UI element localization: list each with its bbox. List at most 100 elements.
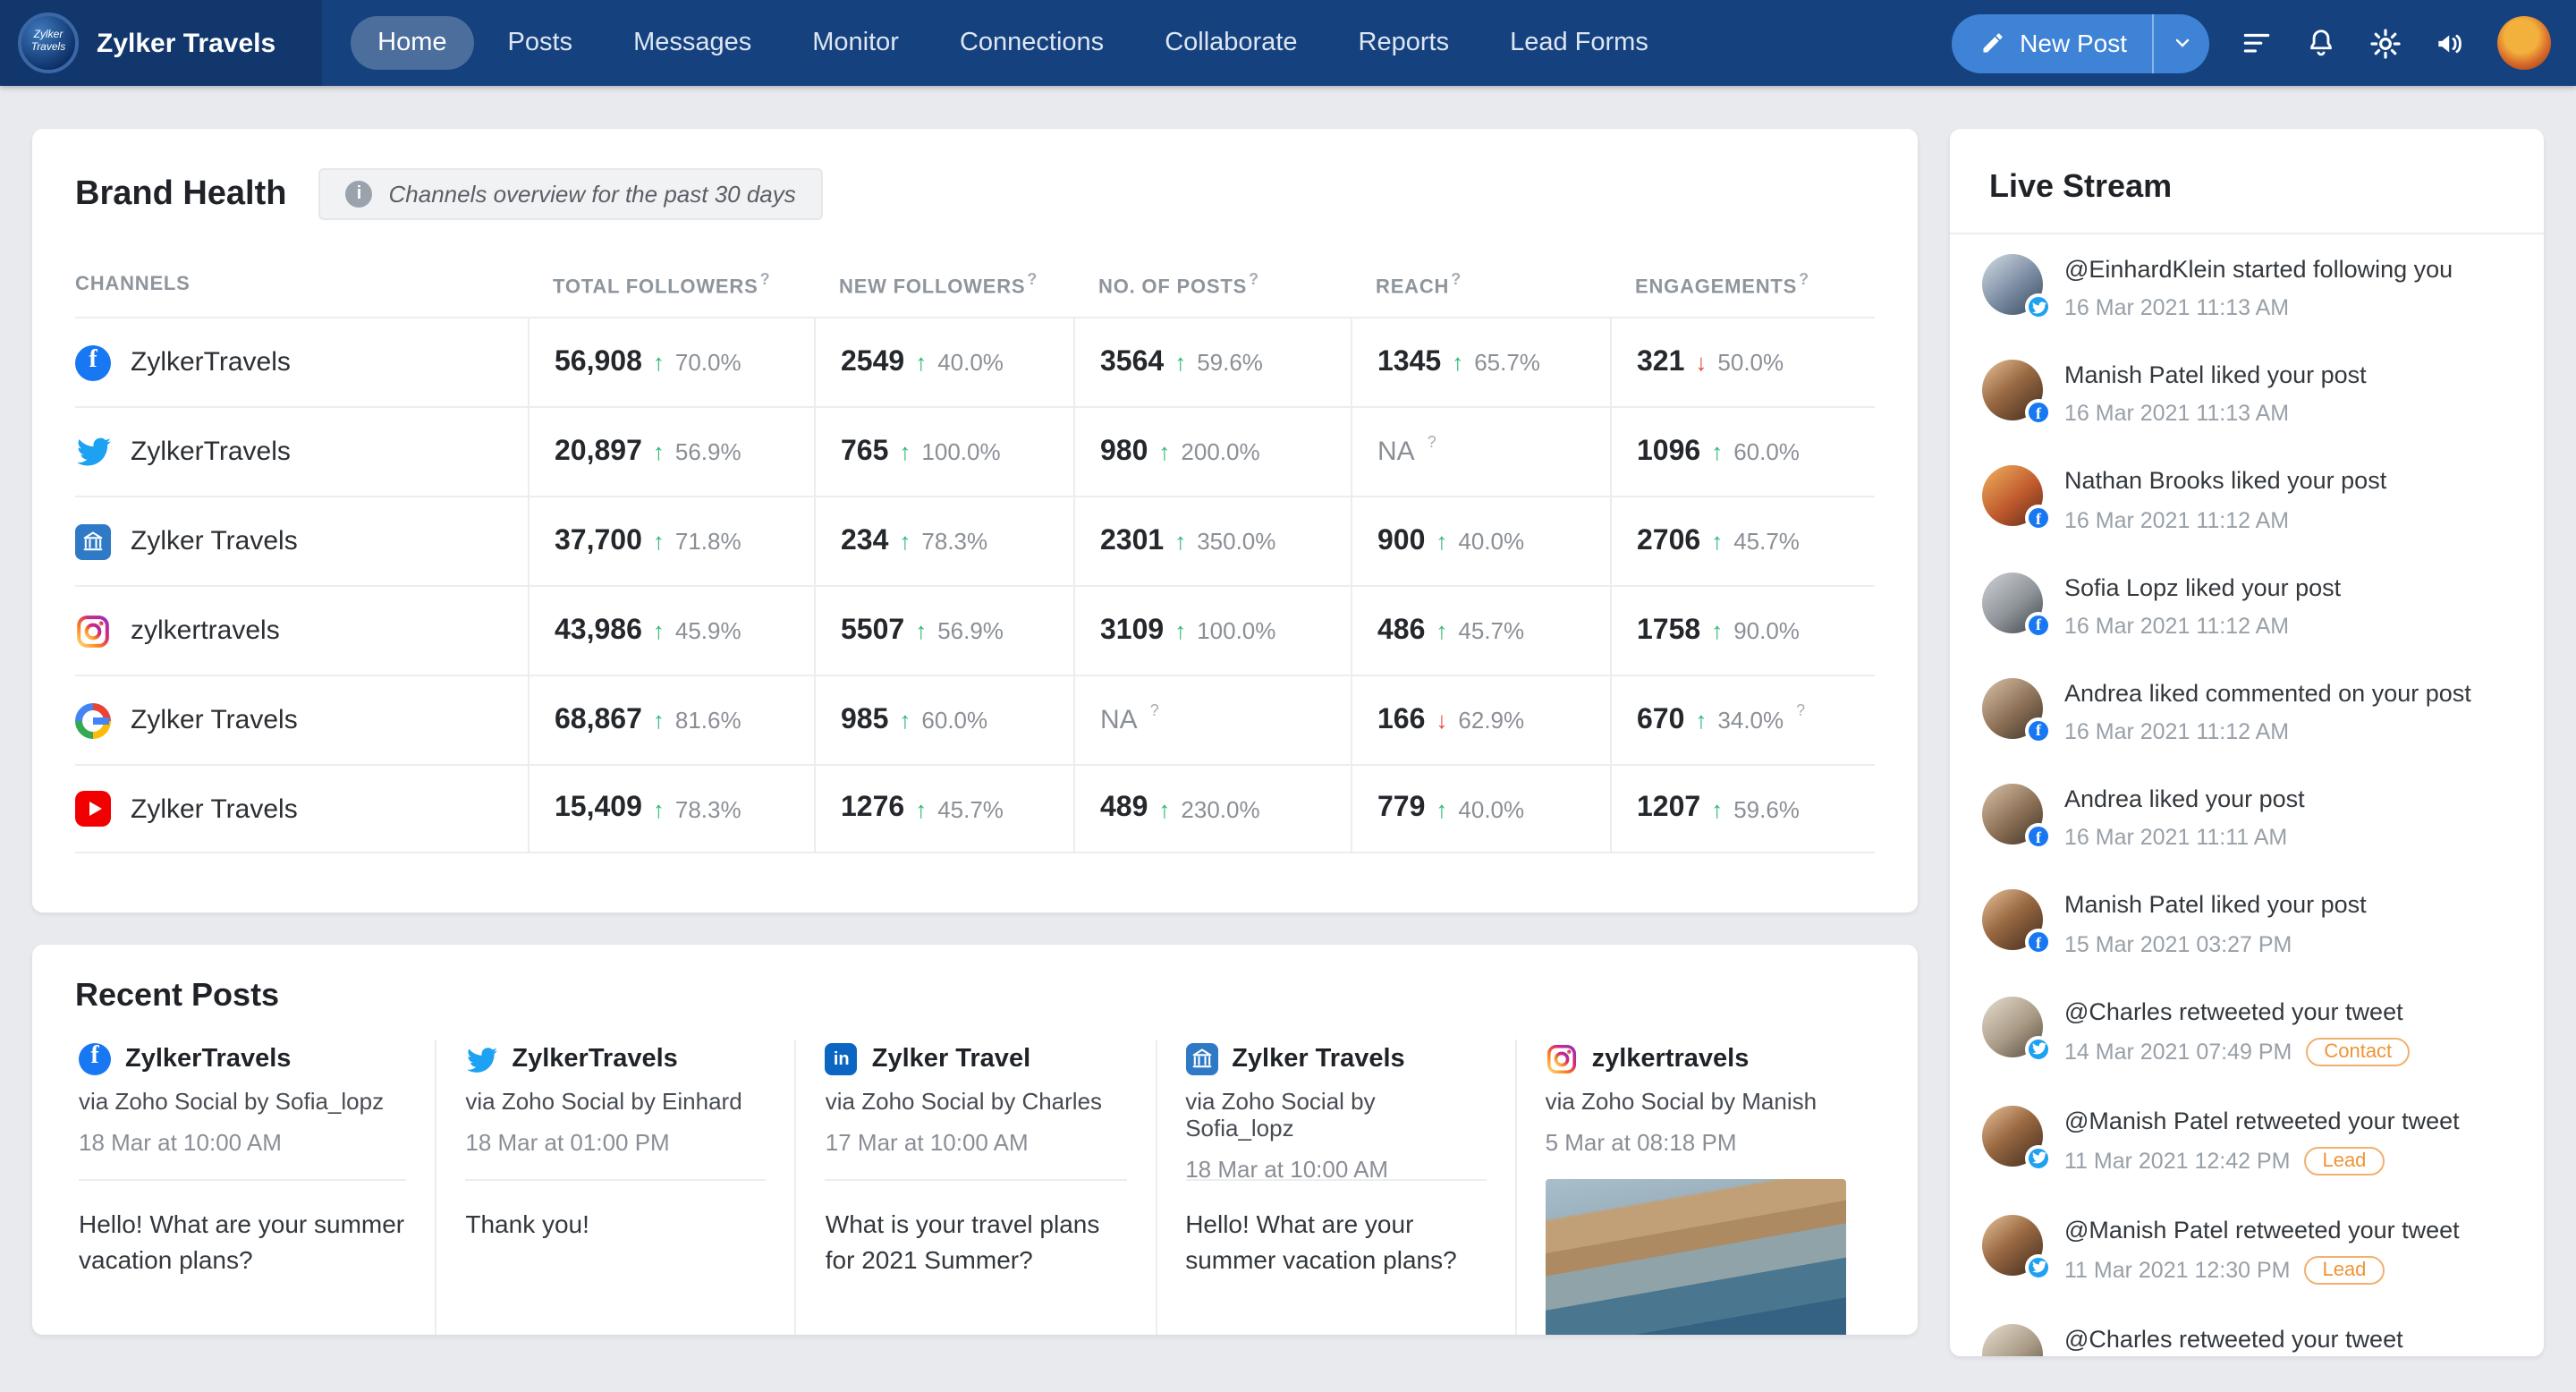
- twitter-badge-icon: [2025, 293, 2052, 320]
- up-arrow-icon: ↑: [899, 438, 911, 465]
- nav-item-lead-forms[interactable]: Lead Forms: [1483, 16, 1675, 70]
- help-icon[interactable]: ?: [1796, 701, 1805, 719]
- metric-percent: 200.0%: [1181, 438, 1259, 465]
- stream-time-row: 11 Mar 2021 12:42 PM Lead: [2064, 1147, 2460, 1176]
- streams-icon[interactable]: [2240, 26, 2274, 60]
- new-post-label: New Post: [2020, 29, 2127, 57]
- metric-value: 1096: [1637, 436, 1700, 468]
- stream-item[interactable]: f Andrea liked your post 16 Mar 2021 11:…: [1950, 764, 2544, 870]
- metric-value: 20,897: [555, 436, 642, 468]
- stream-body: Manish Patel liked your post 16 Mar 2021…: [2064, 360, 2367, 426]
- table-row: zylkertravels43,986↑45.9%5507↑56.9%3109↑…: [75, 585, 1875, 675]
- new-post-dropdown[interactable]: [2152, 13, 2209, 72]
- help-icon[interactable]: ?: [1428, 433, 1436, 451]
- avatar: [1982, 996, 2043, 1057]
- avatar: f: [1982, 466, 2043, 527]
- up-arrow-icon: ↑: [915, 349, 927, 376]
- post-via: via Zoho Social by Einhard: [465, 1088, 766, 1115]
- facebook-icon: f: [75, 344, 111, 380]
- post-header: fZylkerTravels via Zoho Social by Sofia_…: [79, 1043, 406, 1179]
- help-icon[interactable]: ?: [760, 270, 771, 288]
- stream-item[interactable]: f Sofia Lopz liked your post 16 Mar 2021…: [1950, 552, 2544, 658]
- nav-item-collaborate[interactable]: Collaborate: [1138, 16, 1324, 70]
- metric-percent: 60.0%: [1733, 438, 1800, 465]
- table-row: fZylkerTravels56,908↑70.0%2549↑40.0%3564…: [75, 317, 1875, 406]
- post-text: Hello! What are your summer vacation pla…: [79, 1206, 406, 1278]
- stream-time-row: 16 Mar 2021 11:11 AM: [2064, 826, 2305, 851]
- twitter-icon: [465, 1043, 497, 1075]
- up-arrow-icon: ↑: [915, 795, 927, 822]
- metric-value: 1758: [1637, 615, 1700, 647]
- stream-item[interactable]: f Nathan Brooks liked your post 16 Mar 2…: [1950, 446, 2544, 552]
- metric-value: 985: [841, 704, 888, 736]
- stream-item[interactable]: @Charles retweeted your tweet 14 Mar 202…: [1950, 976, 2544, 1085]
- avatar: f: [1982, 784, 2043, 845]
- down-arrow-icon: ↓: [1436, 707, 1447, 734]
- stream-item[interactable]: f Manish Patel liked your post 16 Mar 20…: [1950, 340, 2544, 446]
- help-icon[interactable]: ?: [1451, 270, 1462, 288]
- stream-item[interactable]: f Manish Patel liked your post 15 Mar 20…: [1950, 870, 2544, 976]
- new-post-button[interactable]: New Post: [1952, 13, 2209, 72]
- help-icon[interactable]: ?: [1799, 270, 1809, 288]
- metric-value: 43,986: [555, 615, 642, 647]
- channel-cell-youtube[interactable]: Zylker Travels: [75, 791, 528, 827]
- settings-gear-icon[interactable]: [2368, 26, 2402, 60]
- divider: [826, 1179, 1126, 1181]
- nav-item-connections[interactable]: Connections: [933, 16, 1131, 70]
- app-logo[interactable]: Zylker Travels: [18, 13, 79, 73]
- metric-percent: 40.0%: [937, 349, 1004, 376]
- user-avatar[interactable]: [2497, 16, 2551, 70]
- logo-text: Zylker Travels: [21, 30, 75, 55]
- metric-percent: 65.7%: [1474, 349, 1540, 376]
- stream-body: Andrea liked commented on your post 16 M…: [2064, 678, 2471, 744]
- metric-percent: 45.9%: [675, 617, 741, 644]
- post-date: 18 Mar at 01:00 PM: [465, 1129, 766, 1156]
- channel-cell-linkedin-page[interactable]: Zylker Travels: [75, 523, 528, 559]
- post-account: Zylker Travels: [1232, 1045, 1405, 1074]
- channel-name: ZylkerTravels: [131, 437, 291, 467]
- up-arrow-icon: ↑: [1436, 617, 1447, 644]
- nav-item-messages[interactable]: Messages: [606, 16, 778, 70]
- help-icon[interactable]: ?: [1249, 270, 1259, 288]
- notifications-bell-icon[interactable]: [2304, 26, 2338, 60]
- nav-item-monitor[interactable]: Monitor: [785, 16, 926, 70]
- recent-post[interactable]: Zylker Travels via Zoho Social by Sofia_…: [1155, 1040, 1514, 1335]
- divider: [465, 1179, 766, 1181]
- metric-percent: 90.0%: [1733, 617, 1800, 644]
- channel-cell-instagram[interactable]: zylkertravels: [75, 613, 528, 649]
- stream-item[interactable]: @Manish Patel retweeted your tweet 11 Ma…: [1950, 1086, 2544, 1195]
- post-photo: [1546, 1179, 1846, 1335]
- recent-post[interactable]: fZylkerTravels via Zoho Social by Sofia_…: [75, 1040, 435, 1335]
- recent-post[interactable]: inZylker Travel via Zoho Social by Charl…: [795, 1040, 1155, 1335]
- post-date: 18 Mar at 10:00 AM: [79, 1129, 406, 1156]
- info-icon: [346, 181, 373, 208]
- channel-cell-twitter[interactable]: ZylkerTravels: [75, 434, 528, 470]
- post-via: via Zoho Social by Manish: [1546, 1088, 1846, 1115]
- help-icon[interactable]: ?: [1027, 270, 1038, 288]
- avatar: [1982, 1324, 2043, 1356]
- nav-item-home[interactable]: Home: [351, 16, 473, 70]
- metric-percent: 59.6%: [1197, 349, 1263, 376]
- down-arrow-icon: ↓: [1695, 349, 1707, 376]
- nav-item-reports[interactable]: Reports: [1332, 16, 1477, 70]
- post-header: inZylker Travel via Zoho Social by Charl…: [826, 1043, 1126, 1179]
- stream-item[interactable]: @EinhardKlein started following you 16 M…: [1950, 234, 2544, 340]
- nav-item-posts[interactable]: Posts: [481, 16, 600, 70]
- metric-percent: 45.7%: [1458, 617, 1524, 644]
- metric-cell: 1207↑59.6%: [1610, 766, 1875, 852]
- up-arrow-icon: ↑: [1436, 795, 1447, 822]
- channel-cell-google[interactable]: Zylker Travels: [75, 702, 528, 738]
- stream-item[interactable]: @Charles retweeted your tweet: [1950, 1304, 2544, 1356]
- recent-post[interactable]: zylkertravels via Zoho Social by Manish …: [1515, 1040, 1875, 1335]
- announcements-megaphone-icon[interactable]: [2433, 26, 2467, 60]
- help-icon[interactable]: ?: [1150, 701, 1159, 719]
- stream-text: Nathan Brooks liked your post: [2064, 466, 2386, 498]
- new-post-main[interactable]: New Post: [1952, 13, 2152, 72]
- stream-time-row: 16 Mar 2021 11:12 AM: [2064, 719, 2471, 744]
- metric-cell: 166↓62.9%: [1351, 676, 1610, 764]
- stream-timestamp: 11 Mar 2021 12:30 PM: [2064, 1258, 2290, 1283]
- stream-item[interactable]: @Manish Patel retweeted your tweet 11 Ma…: [1950, 1195, 2544, 1304]
- channel-cell-facebook[interactable]: fZylkerTravels: [75, 344, 528, 380]
- stream-item[interactable]: f Andrea liked commented on your post 16…: [1950, 658, 2544, 764]
- recent-post[interactable]: ZylkerTravels via Zoho Social by Einhard…: [435, 1040, 794, 1335]
